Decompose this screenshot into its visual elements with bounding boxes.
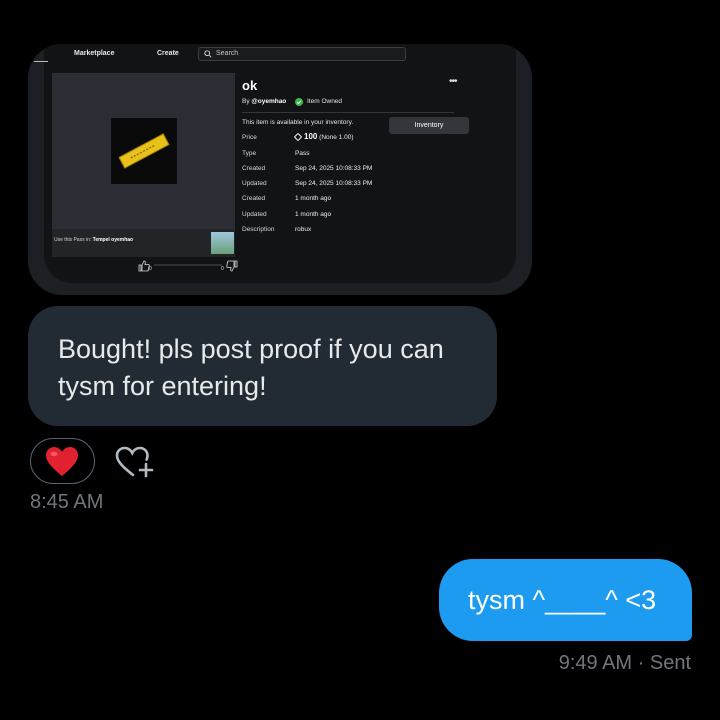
nav-marketplace: Marketplace xyxy=(74,50,115,57)
nav-active-indicator xyxy=(34,61,48,62)
screenshot-attachment[interactable]: Marketplace Create Search Use this Pass … xyxy=(28,44,532,295)
item-thumbnail xyxy=(111,118,177,184)
creator-byline: By @oyemhao xyxy=(242,98,287,105)
sent-status: 9:49 AM · Sent xyxy=(558,652,691,674)
marketplace-screenshot: Marketplace Create Search Use this Pass … xyxy=(34,44,516,283)
detail-label-created-relative: Created xyxy=(242,195,266,202)
detail-label-price: Price xyxy=(242,134,257,141)
item-title: ok xyxy=(242,78,258,93)
detail-label-description: Description xyxy=(242,226,275,233)
detail-value-updated-relative: 1 month ago xyxy=(295,211,332,218)
detail-value-created-relative: 1 month ago xyxy=(295,195,332,202)
received-message-bubble[interactable]: Bought! pls post proof if you can tysm f… xyxy=(28,306,497,426)
detail-value-price: 100 (None 1.00) xyxy=(293,132,354,142)
more-icon: ••• xyxy=(449,76,457,87)
marketplace-nav: Marketplace Create Search xyxy=(34,44,516,62)
message-line: tysm for entering! xyxy=(58,371,267,401)
detail-label-created: Created xyxy=(242,165,266,172)
divider xyxy=(242,112,454,113)
heart-icon xyxy=(46,447,78,476)
heart-reaction[interactable] xyxy=(30,438,95,484)
use-in-bar: Use this Pass in: Tempel oyemhao xyxy=(52,229,235,257)
check-icon xyxy=(295,98,303,106)
place-thumbnail xyxy=(211,232,234,254)
inventory-button: Inventory xyxy=(389,117,469,134)
use-in-text: Use this Pass in: Tempel oyemhao xyxy=(54,237,134,243)
add-reaction-icon[interactable] xyxy=(114,444,154,480)
sent-message-bubble[interactable]: tysm ^____^ <3 xyxy=(439,559,692,641)
search-box: Search xyxy=(198,47,406,61)
received-timestamp: 8:45 AM xyxy=(30,491,104,513)
detail-value-description: robux xyxy=(295,226,312,233)
search-icon xyxy=(204,50,212,58)
thumbs-down-count: 0 xyxy=(221,266,224,272)
sent-message-text: tysm ^____^ <3 xyxy=(468,585,657,615)
detail-label-updated-relative: Updated xyxy=(242,211,267,218)
thumbs-up-count: 0 xyxy=(149,266,152,272)
message-line: Bought! pls post proof if you can xyxy=(58,334,444,364)
nav-create: Create xyxy=(157,50,179,57)
item-preview xyxy=(52,73,235,229)
availability-text: This item is available in your inventory… xyxy=(242,119,354,126)
detail-value-type: Pass xyxy=(295,150,310,157)
search-placeholder: Search xyxy=(216,50,239,57)
detail-label-type: Type xyxy=(242,150,257,157)
item-owned-label: Item Owned xyxy=(307,98,343,105)
detail-label-updated: Updated xyxy=(242,180,267,187)
robux-icon xyxy=(293,132,303,142)
vote-bar xyxy=(154,264,222,266)
detail-value-updated: Sep 24, 2025 10:08:33 PM xyxy=(295,180,373,187)
detail-value-created: Sep 24, 2025 10:08:33 PM xyxy=(295,165,373,172)
thumbs-down-icon xyxy=(226,260,238,272)
